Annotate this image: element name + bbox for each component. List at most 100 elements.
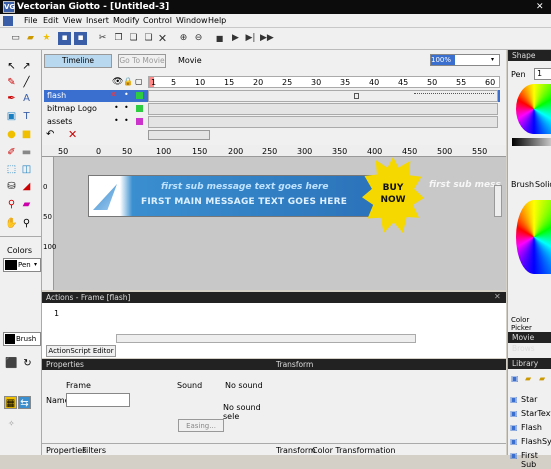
paste-icon[interactable]: ❏ bbox=[127, 32, 140, 45]
new-file-icon[interactable]: ▭ bbox=[9, 32, 22, 45]
lock-dot-icon[interactable]: • bbox=[124, 90, 129, 99]
list-item[interactable]: ▣ Star bbox=[510, 393, 551, 406]
lock-dot-icon[interactable]: • bbox=[124, 116, 129, 125]
zoom-out-icon[interactable]: ⊖ bbox=[192, 32, 205, 45]
lock-icon[interactable]: 🔒 bbox=[123, 77, 133, 86]
line-tool-icon[interactable]: ╱ bbox=[20, 76, 33, 89]
menu-view[interactable]: View bbox=[63, 16, 82, 25]
tab-filters[interactable]: Filters bbox=[82, 446, 106, 455]
layer-frames[interactable] bbox=[148, 103, 498, 115]
save-icon[interactable]: ▪ bbox=[58, 32, 71, 45]
tab-actionscript-editor[interactable]: ActionScript Editor bbox=[46, 345, 116, 357]
eraser-tool-icon[interactable]: ▬ bbox=[20, 146, 33, 159]
add-layer-icon[interactable]: ↶ bbox=[46, 129, 54, 140]
stage-scrollbar[interactable] bbox=[494, 185, 502, 217]
pen-color-selector[interactable]: Pen ▾ bbox=[3, 258, 41, 272]
list-item[interactable]: ▣ StarText bbox=[510, 407, 551, 420]
ink-bottle-icon[interactable]: ⛁ bbox=[5, 180, 18, 193]
paint-bucket-icon[interactable]: ◢ bbox=[20, 180, 33, 193]
rotate-icon[interactable]: ↻ bbox=[21, 357, 34, 370]
pen-brightness-slider[interactable] bbox=[512, 138, 551, 146]
open-folder-icon[interactable]: ▰ bbox=[24, 32, 37, 45]
swap-colors-icon[interactable]: ⬛ bbox=[5, 357, 18, 370]
brush-tool-icon[interactable]: ✐ bbox=[5, 146, 18, 159]
tab-transform[interactable]: Transform bbox=[276, 446, 316, 455]
menu-insert[interactable]: Insert bbox=[86, 16, 109, 25]
go-to-end-icon[interactable]: ▶▶ bbox=[260, 32, 274, 45]
zoom-tool-icon[interactable]: ⚲ bbox=[20, 217, 33, 230]
outline-icon[interactable]: ▢ bbox=[135, 77, 143, 86]
star-icon[interactable]: ★ bbox=[40, 32, 53, 45]
smooth-icon[interactable]: ⇆ bbox=[18, 396, 31, 409]
play-icon[interactable]: ▶ bbox=[229, 32, 242, 45]
list-item[interactable]: ▣ Flash bbox=[510, 421, 551, 434]
zoom-in-icon[interactable]: ⊕ bbox=[177, 32, 190, 45]
layer-row-assets[interactable]: assets • • bbox=[44, 116, 500, 128]
menu-file[interactable]: File bbox=[24, 16, 37, 25]
lock-dot-icon[interactable]: • bbox=[124, 103, 129, 112]
oval-tool-icon[interactable]: ● bbox=[5, 128, 18, 141]
easing-button[interactable]: Easing... bbox=[178, 419, 224, 432]
pencil-tool-icon[interactable]: ✎ bbox=[5, 76, 18, 89]
list-item[interactable]: ▣ First Sub bbox=[510, 449, 551, 469]
library-open-icon[interactable]: ▰ bbox=[539, 374, 545, 383]
doc-icon[interactable] bbox=[3, 16, 13, 26]
hand-tool-icon[interactable]: ✋ bbox=[5, 217, 18, 230]
save-as-icon[interactable]: ▪ bbox=[74, 32, 87, 45]
menu-window[interactable]: Window bbox=[176, 16, 208, 25]
pen-color-wheel[interactable] bbox=[516, 84, 551, 134]
arrow-tool-icon[interactable]: ↖ bbox=[5, 60, 18, 73]
tab-color-transformation[interactable]: Color Transformation bbox=[312, 446, 395, 455]
list-item[interactable]: ▣FlashSym bbox=[510, 435, 551, 448]
menu-edit[interactable]: Edit bbox=[43, 16, 59, 25]
free-transform-icon[interactable]: ⬚ bbox=[5, 163, 18, 176]
banner-canvas[interactable]: first sub message text goes here FIRST M… bbox=[88, 175, 400, 217]
layer-row-bitmap-logo[interactable]: bitmap Logo • • bbox=[44, 103, 500, 115]
tab-properties[interactable]: Properties bbox=[46, 446, 86, 455]
brush-fill-type[interactable]: Solid bbox=[535, 180, 551, 189]
brush-color-wheel[interactable] bbox=[516, 200, 551, 274]
delete-layer-icon[interactable]: ✕ bbox=[68, 128, 77, 141]
hidden-x-icon[interactable]: ✕ bbox=[110, 90, 117, 99]
visible-dot-icon[interactable]: • bbox=[114, 116, 119, 125]
stop-icon[interactable]: ■ bbox=[213, 32, 226, 45]
distort-tool-icon[interactable]: T bbox=[20, 110, 33, 123]
frame-ruler[interactable]: 1 5 10 15 20 25 30 35 40 45 50 55 60 bbox=[148, 76, 500, 88]
timeline-scrollbar[interactable] bbox=[148, 130, 210, 140]
brush-color-selector[interactable]: Brush bbox=[3, 332, 41, 346]
gradient-transform-icon[interactable]: ◫ bbox=[20, 163, 33, 176]
tab-timeline[interactable]: Timeline bbox=[44, 54, 112, 68]
rectangle-tool-icon[interactable]: ■ bbox=[20, 128, 33, 141]
delete-icon[interactable]: ✕ bbox=[156, 32, 169, 45]
text-tool-icon[interactable]: A bbox=[20, 92, 33, 105]
visible-dot-icon[interactable]: • bbox=[114, 103, 119, 112]
transform-tool-icon[interactable]: ▣ bbox=[5, 110, 18, 123]
pen-tool-icon[interactable]: ✒ bbox=[5, 92, 18, 105]
library-folder-icon[interactable]: ▰ bbox=[525, 374, 531, 383]
step-forward-icon[interactable]: ▶| bbox=[244, 32, 257, 45]
go-to-movie-button[interactable]: Go To Movie bbox=[118, 54, 166, 68]
eraser-pink-icon[interactable]: ▰ bbox=[20, 198, 33, 211]
cut-icon[interactable]: ✂ bbox=[96, 32, 109, 45]
close-icon[interactable]: ✕ bbox=[494, 292, 501, 301]
keyframe[interactable] bbox=[354, 93, 359, 99]
frame-name-input[interactable] bbox=[66, 393, 130, 407]
layer-frames[interactable] bbox=[148, 116, 498, 128]
menu-help[interactable]: Help bbox=[208, 16, 226, 25]
close-window-icon[interactable]: ✕ bbox=[536, 0, 544, 14]
eye-icon[interactable]: 👁 bbox=[112, 77, 123, 87]
copy-icon[interactable]: ❐ bbox=[112, 32, 125, 45]
dropper-tool-icon[interactable]: ⚲ bbox=[5, 198, 18, 211]
actions-scrollbar[interactable] bbox=[116, 334, 416, 343]
pen-width-input[interactable]: 1 bbox=[534, 68, 551, 80]
clipboard-icon[interactable]: ❑ bbox=[142, 32, 155, 45]
layer-frames[interactable] bbox=[148, 90, 498, 102]
zoom-select[interactable]: 100% ▾ bbox=[430, 54, 500, 66]
sound-select[interactable]: No sound sele bbox=[223, 403, 272, 421]
library-new-icon[interactable]: ▣ bbox=[511, 374, 519, 383]
snap-icon[interactable]: ▦ bbox=[4, 396, 17, 409]
menu-control[interactable]: Control bbox=[143, 16, 172, 25]
subselect-tool-icon[interactable]: ↗ bbox=[20, 60, 33, 73]
layer-row-flash[interactable]: flash ✕ • bbox=[44, 90, 500, 102]
menu-modify[interactable]: Modify bbox=[113, 16, 140, 25]
